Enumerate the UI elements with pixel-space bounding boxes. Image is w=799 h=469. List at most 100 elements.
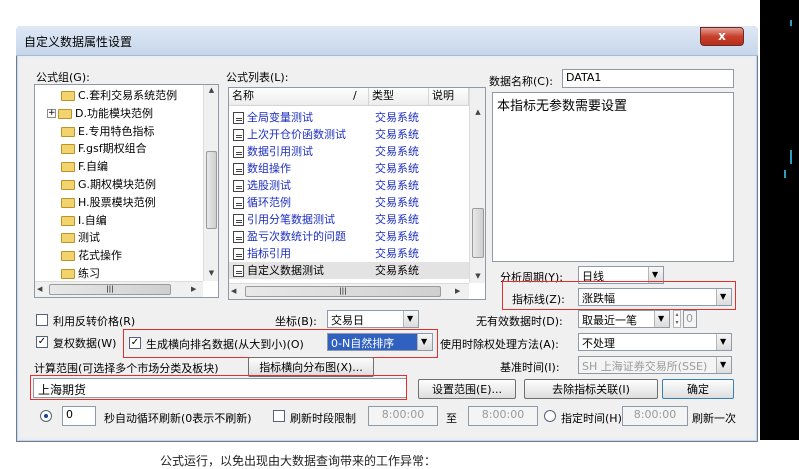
formula-row[interactable]: 上次开仓价函数测试 交易系统 (229, 126, 469, 143)
period-select[interactable]: 日线 (578, 266, 664, 284)
formula-row[interactable]: 引用分笔数据测试 交易系统 (229, 211, 469, 228)
indicator-value: 涨跌幅 (582, 292, 615, 305)
scrollbar-thumb[interactable]: ||| (245, 286, 441, 297)
formula-type: 交易系统 (375, 145, 419, 158)
formula-type: 交易系统 (375, 111, 419, 124)
formula-name: 数据引用测试 (247, 145, 313, 158)
no-data-number[interactable]: 0 (683, 310, 697, 328)
to-label: 至 (446, 412, 457, 425)
coord-select[interactable]: 交易日 (327, 310, 419, 328)
set-range-button[interactable]: 设置范围(E)... (418, 379, 516, 399)
description-box[interactable]: 本指标无参数需要设置 (492, 92, 734, 262)
formula-name: 指标引用 (247, 247, 291, 260)
formula-type: 交易系统 (375, 128, 419, 141)
rank-checkbox[interactable]: ✓ (129, 337, 141, 349)
column-header-desc[interactable]: 说明 (429, 88, 469, 106)
refresh-seconds-input[interactable]: 0 (62, 406, 96, 426)
chevron-down-icon (417, 334, 432, 350)
close-button[interactable]: x (700, 27, 744, 46)
scrollbar-thumb[interactable] (472, 208, 484, 258)
tree-item[interactable]: 测试 (61, 229, 100, 246)
distribution-chart-button[interactable]: 指标横向分布图(X)... (248, 357, 374, 377)
formula-doc-icon (233, 265, 244, 277)
rights-checkbox[interactable]: ✓ (36, 336, 48, 348)
time-to-input[interactable]: 8:00:00 (468, 406, 538, 426)
formula-doc-icon (233, 197, 244, 209)
tree-item[interactable]: I.自编 (61, 212, 107, 229)
formula-row[interactable]: 盈亏次数统计的问题 交易系统 (229, 228, 469, 245)
reverse-price-checkbox[interactable] (36, 314, 48, 326)
list-vertical-scrollbar[interactable]: ▲ ▼ (469, 88, 485, 283)
time-from-input[interactable]: 8:00:00 (368, 406, 438, 426)
specified-time-value: 8:00:00 (633, 408, 677, 421)
remove-link-button[interactable]: 去除指标关联(I) (524, 379, 658, 399)
background-chart-area (760, 0, 799, 463)
background-app-top (0, 0, 799, 22)
formula-group-tree[interactable]: C.套利交易系统范例 + D.功能模块范例 E.专用特色指标 F.gsf期权组合 F.自编… (34, 84, 219, 298)
formula-doc-icon (233, 248, 244, 260)
rights-label: 复权数据(W) (53, 337, 117, 350)
scrollbar-thumb[interactable] (206, 151, 217, 229)
formula-name: 上次开仓价函数测试 (247, 128, 346, 141)
scrollbar-thumb[interactable]: ||| (49, 284, 171, 295)
formula-row[interactable]: 数据引用测试 交易系统 (229, 143, 469, 160)
scroll-up-icon[interactable]: ▲ (204, 86, 219, 94)
scroll-right-icon[interactable]: ▶ (191, 285, 196, 293)
chart-mark (790, 20, 792, 26)
expand-plus-icon[interactable]: + (47, 109, 56, 119)
formula-row[interactable]: 循环范例 交易系统 (229, 194, 469, 211)
tree-horizontal-scrollbar[interactable]: ◀ ||| ▶ (35, 281, 203, 297)
tree-item[interactable]: 练习 (61, 265, 100, 282)
scroll-down-icon[interactable]: ▼ (204, 269, 219, 277)
tree-item[interactable]: G.期权模块范例 (61, 176, 156, 193)
rank-select[interactable]: 0-N自然排序 (327, 333, 433, 351)
formula-list-label: 公式列表(L): (226, 71, 289, 84)
formula-type: 交易系统 (375, 213, 419, 226)
tree-item[interactable]: H.股票模块范例 (61, 194, 156, 211)
scroll-left-icon[interactable]: ◀ (37, 285, 42, 293)
formula-doc-icon (233, 163, 244, 175)
formula-row[interactable]: 指标引用 交易系统 (229, 245, 469, 262)
formula-group-label: 公式组(G): (36, 71, 90, 84)
reverse-price-label: 利用反转价格(R) (53, 315, 136, 328)
list-horizontal-scrollbar[interactable]: ◀ ||| ▶ (229, 283, 469, 299)
column-header-name[interactable]: 名称 / (229, 88, 369, 106)
tree-item[interactable]: F.gsf期权组合 (61, 140, 147, 157)
scroll-right-icon[interactable]: ▶ (455, 287, 460, 295)
auto-refresh-radio[interactable] (40, 410, 52, 422)
formula-list[interactable]: 名称 / 类型 说明 全局变量测试 交易系统 上次开仓价函数测试 交易系统 数据引用测试… (228, 87, 486, 300)
tree-item[interactable]: 花式操作 (61, 247, 122, 264)
refresh-once-label: 刷新一次 (692, 412, 736, 425)
indicator-select[interactable]: 涨跌幅 (578, 288, 732, 306)
formula-name: 全局变量测试 (247, 111, 313, 124)
time-limit-checkbox[interactable] (273, 410, 285, 422)
no-data-select[interactable]: 取最近一笔 (578, 310, 670, 328)
data-name-input[interactable]: DATA1 (562, 69, 734, 88)
base-time-select[interactable]: SH 上海证券交易所(SSE) (578, 356, 732, 374)
scroll-down-icon[interactable]: ▼ (470, 272, 486, 280)
specified-time-input[interactable]: 8:00:00 (622, 406, 688, 426)
chart-mark (790, 150, 792, 164)
formula-row[interactable]: 数组操作 交易系统 (229, 160, 469, 177)
tree-vertical-scrollbar[interactable]: ▲ ▼ (203, 85, 218, 281)
formula-row[interactable]: 自定义数据测试 交易系统 (229, 262, 469, 279)
tree-item[interactable]: + D.功能模块范例 (47, 105, 153, 122)
tree-rows: C.套利交易系统范例 + D.功能模块范例 E.专用特色指标 F.gsf期权组合 F.自编… (35, 87, 203, 283)
tree-item[interactable]: E.专用特色指标 (61, 123, 154, 140)
column-header-type[interactable]: 类型 (369, 88, 429, 106)
scroll-left-icon[interactable]: ◀ (231, 287, 236, 295)
time-rights-select[interactable]: 不处理 (578, 333, 732, 351)
scroll-up-icon[interactable]: ▲ (470, 108, 486, 116)
formula-row[interactable]: 选股测试 交易系统 (229, 177, 469, 194)
formula-type: 交易系统 (375, 264, 419, 277)
range-input[interactable]: 上海期货 (33, 378, 407, 398)
formula-row[interactable]: 全局变量测试 交易系统 (229, 109, 469, 126)
tree-item[interactable]: C.套利交易系统范例 (61, 87, 177, 104)
ok-button[interactable]: 确定 (662, 379, 734, 399)
tree-item-label: F.自编 (78, 160, 109, 174)
folder-icon (61, 91, 75, 101)
sort-indicator: / (353, 89, 357, 102)
tree-item[interactable]: F.自编 (61, 158, 108, 175)
specified-time-radio[interactable] (544, 410, 556, 422)
no-data-spinner[interactable]: ▴ ▾ (673, 310, 681, 328)
